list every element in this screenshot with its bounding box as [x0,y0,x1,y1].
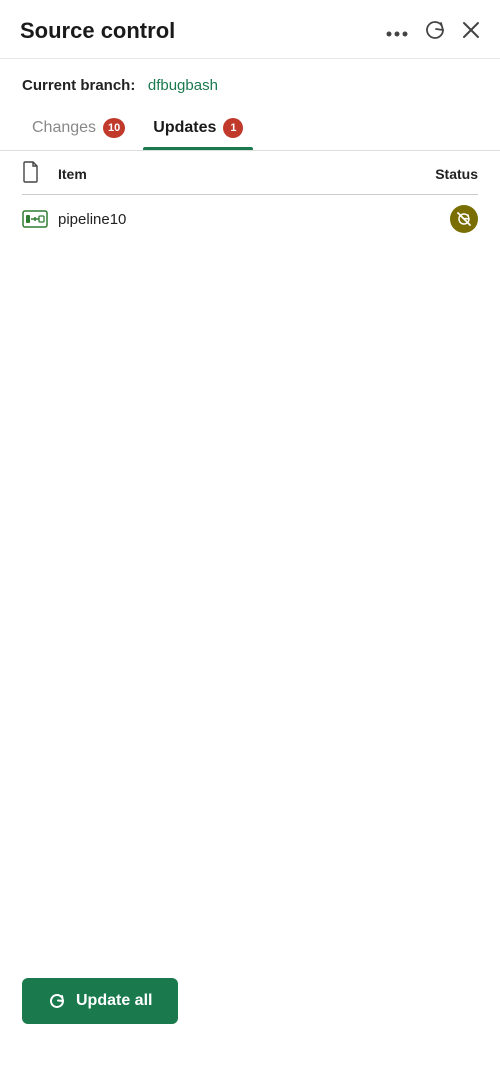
refresh-icon[interactable] [424,19,446,44]
header-actions [386,19,480,44]
header: Source control [0,0,500,59]
update-all-label: Update all [76,992,152,1010]
table-item-col-header: Item [58,166,418,182]
tab-changes-label: Changes [32,119,96,137]
tabs: Changes 10 Updates 1 [0,104,500,150]
branch-label: Current branch: [22,77,135,94]
file-header-icon [22,161,40,183]
row-item-name: pipeline10 [58,211,418,228]
table-row[interactable]: pipeline10 [0,195,500,243]
table-status-col-header: Status [418,166,478,182]
update-all-icon [48,992,66,1010]
tab-changes-badge: 10 [103,118,125,138]
row-status [418,205,478,233]
table-icon-col [22,161,58,186]
update-all-button[interactable]: Update all [22,978,178,1024]
branch-row: Current branch: dfbugbash [0,59,500,104]
branch-name: dfbugbash [148,77,218,94]
page-title: Source control [20,18,386,44]
tab-updates-label: Updates [153,119,216,137]
status-conflict-icon [450,205,478,233]
tab-updates-badge: 1 [223,118,243,138]
more-icon[interactable] [386,22,408,40]
tab-changes[interactable]: Changes 10 [22,110,135,150]
close-icon[interactable] [462,21,480,42]
table-header: Item Status [0,151,500,194]
row-pipeline-icon [22,206,58,232]
tab-updates[interactable]: Updates 1 [143,110,253,150]
